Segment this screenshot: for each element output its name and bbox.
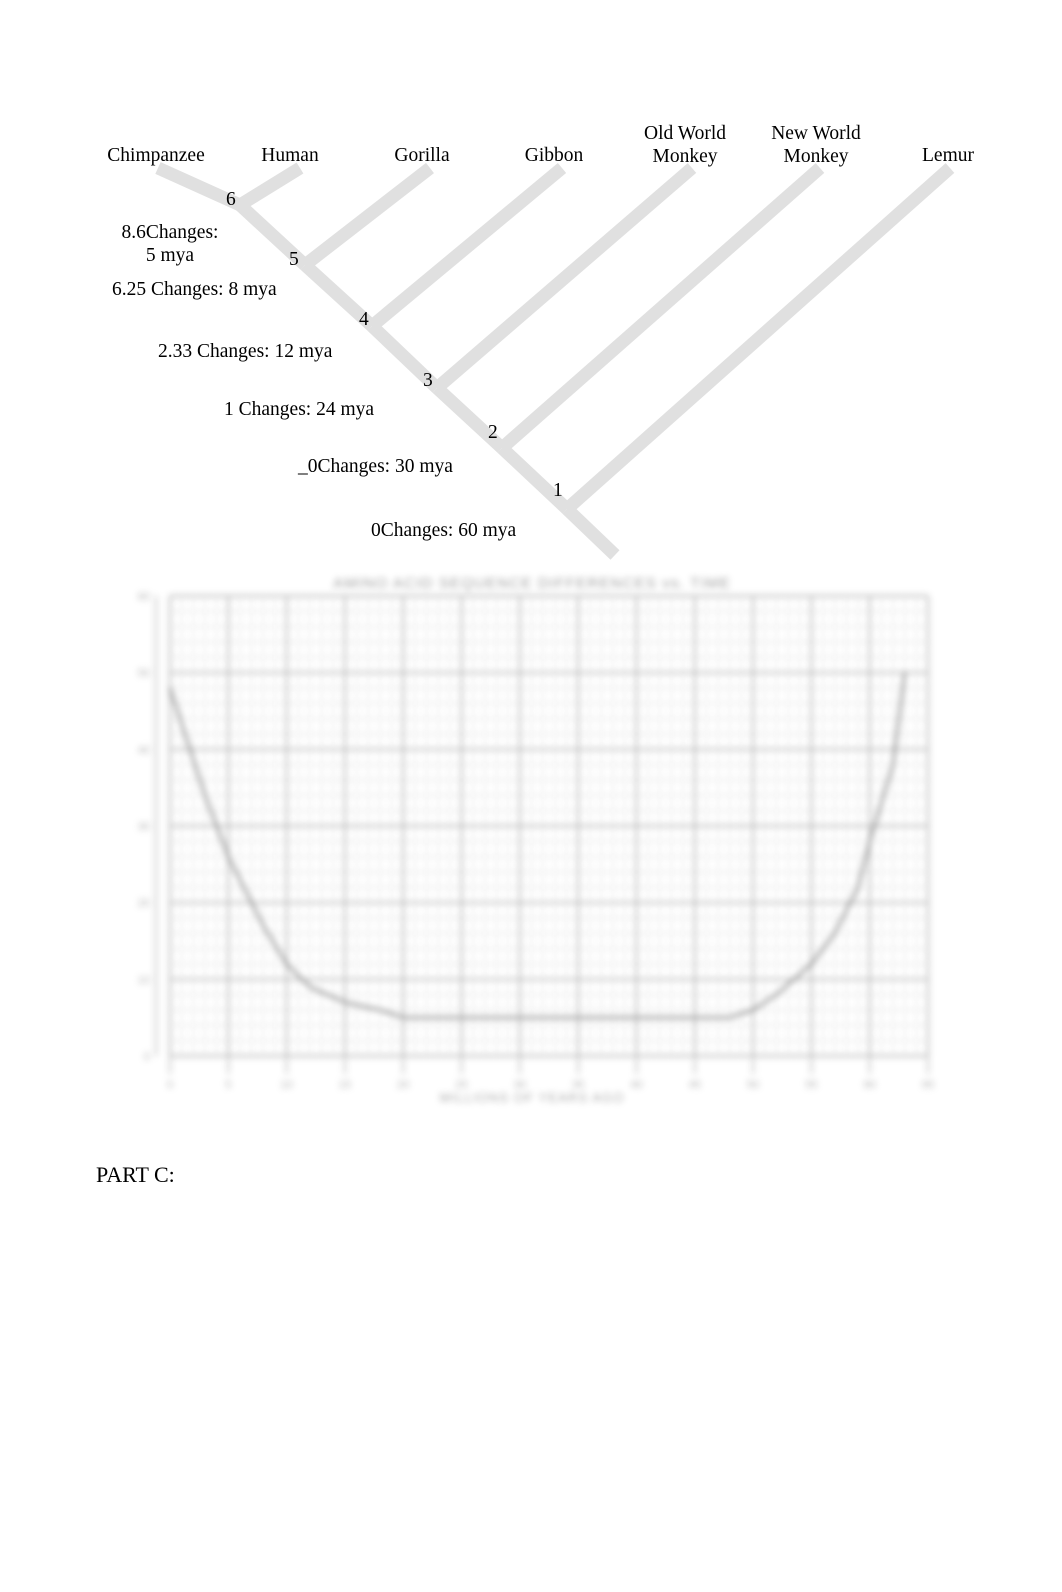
y-tick-label: 40 — [138, 744, 150, 756]
x-tick-label: 60 — [864, 1079, 876, 1091]
y-tick-label: 50 — [138, 668, 150, 680]
part-c-heading: PART C: — [96, 1162, 175, 1187]
node-number-3: 3 — [423, 370, 433, 391]
node-number-2: 2 — [488, 422, 498, 443]
branch-annotation-4: _0Changes: 30 mya — [298, 456, 453, 477]
node-number-4: 4 — [359, 309, 369, 330]
x-tick-label: 5 — [225, 1079, 231, 1091]
node-number-1: 1 — [553, 480, 563, 501]
x-tick-label: 15 — [339, 1079, 351, 1091]
y-tick-label: 20 — [138, 898, 150, 910]
x-tick-label: 30 — [514, 1079, 526, 1091]
branch-annotation-3: 1 Changes: 24 mya — [224, 399, 375, 420]
x-tick-label: 65 — [922, 1079, 934, 1091]
y-tick-label: 60 — [138, 591, 150, 603]
x-tick-label: 55 — [805, 1079, 817, 1091]
taxon-label-old-world-monkey: Old World Monkey — [643, 123, 727, 167]
data-series-line — [168, 671, 906, 1019]
x-tick-label: 25 — [455, 1079, 467, 1091]
branch-annotation-5: 0Changes: 60 mya — [371, 520, 517, 541]
chart-x-axis-label: MILLIONS OF YEARS AGO — [440, 1090, 625, 1105]
x-tick-label: 35 — [572, 1079, 584, 1091]
node-number-5: 5 — [289, 249, 299, 270]
tree-branch — [497, 163, 825, 453]
branch-annotation-2: 2.33 Changes: 12 mya — [158, 341, 333, 362]
taxon-label-gibbon: Gibbon — [524, 145, 584, 166]
chart-svg: AMINO ACID SEQUENCE DIFFERENCES vs. TIME… — [138, 575, 934, 1105]
x-tick-label: 10 — [280, 1079, 292, 1091]
node-number-6: 6 — [226, 189, 236, 210]
taxon-label-human: Human — [261, 145, 319, 166]
x-tick-label: 45 — [689, 1079, 701, 1091]
branch-annotation-1: 6.25 Changes: 8 mya — [112, 279, 277, 300]
tree-branch — [301, 162, 434, 271]
tree-branch — [236, 162, 304, 211]
y-tick-label: 0 — [144, 1051, 150, 1063]
cladogram-diagram: Chimpanzee Human Gorilla Gibbon Old World Mon… — [0, 0, 1062, 560]
chart-title: AMINO ACID SEQUENCE DIFFERENCES vs. TIME — [333, 575, 731, 592]
tree-branch — [432, 163, 697, 393]
taxon-label-lemur: Lemur — [922, 145, 974, 166]
x-tick-label: 20 — [397, 1079, 409, 1091]
x-tick-label: 40 — [630, 1079, 642, 1091]
x-tick-label: 50 — [747, 1079, 759, 1091]
taxon-label-gorilla: Gorilla — [394, 145, 450, 166]
y-tick-label: 30 — [138, 821, 150, 833]
amino-acid-difference-chart: AMINO ACID SEQUENCE DIFFERENCES vs. TIME… — [118, 566, 946, 1116]
branch-annotation-0: 8.6Changes: 5 mya — [121, 222, 219, 266]
y-tick-label: 10 — [138, 974, 150, 986]
x-tick-label: 0 — [167, 1079, 173, 1091]
taxon-label-chimpanzee: Chimpanzee — [107, 145, 205, 166]
taxon-label-new-world-monkey: New World Monkey — [771, 123, 861, 167]
document-page: Chimpanzee Human Gorilla Gibbon Old World Mon… — [0, 0, 1062, 1592]
